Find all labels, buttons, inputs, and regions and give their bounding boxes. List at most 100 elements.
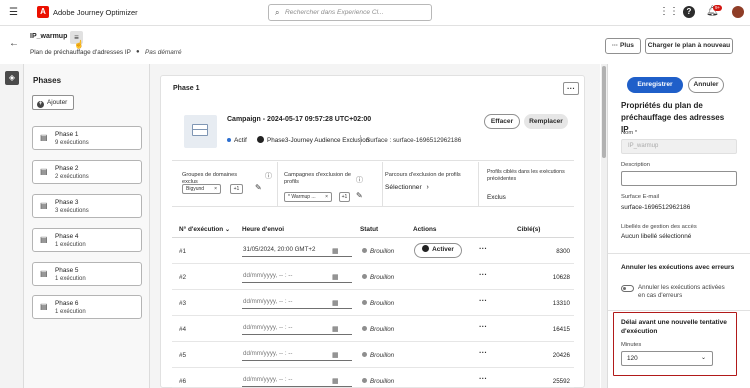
journey-select-label: Sélectionner bbox=[385, 184, 422, 191]
search-input[interactable]: ⌕ Rechercher dans Experience Cl... bbox=[268, 4, 432, 21]
row-more-icon[interactable]: ··· bbox=[479, 322, 487, 331]
activate-button[interactable]: Activer bbox=[414, 243, 462, 258]
targeted-profiles-label: Profils ciblés dans les exécutions précé… bbox=[487, 169, 565, 182]
name-field[interactable]: IP_warmup bbox=[621, 139, 737, 154]
menu-icon[interactable]: ☰ bbox=[9, 7, 18, 19]
name-field-value: IP_warmup bbox=[628, 143, 659, 149]
layers-icon[interactable]: ◈ bbox=[5, 71, 19, 85]
minutes-select[interactable]: 120 ⌄ bbox=[621, 351, 713, 366]
journey-select-button[interactable]: Sélectionner › bbox=[385, 184, 429, 191]
table-row: #4 dd/mm/yyyy, -- : -- ▦ Brouillon ··· 1… bbox=[172, 316, 574, 342]
chevron-down-icon: ⌄ bbox=[700, 355, 706, 361]
calendar-icon[interactable]: ▦ bbox=[332, 273, 339, 281]
run-status: Brouillon bbox=[362, 352, 394, 359]
close-icon[interactable]: × bbox=[325, 193, 328, 201]
table-row: #2 dd/mm/yyyy, -- : -- ▦ Brouillon ··· 1… bbox=[172, 264, 574, 290]
phases-title: Phases bbox=[33, 76, 62, 85]
calendar-icon[interactable]: ▦ bbox=[332, 377, 339, 385]
col-run-label: N° d'exécution bbox=[179, 226, 224, 233]
excluded-domain-count[interactable]: +1 bbox=[230, 184, 243, 194]
col-target: Ciblé(s) bbox=[517, 226, 541, 233]
row-more-icon[interactable]: ··· bbox=[479, 374, 487, 383]
mouse-cursor-icon: ☝ bbox=[74, 40, 84, 49]
run-status: Brouillon bbox=[362, 274, 394, 281]
replace-button[interactable]: Remplacer bbox=[524, 114, 568, 129]
excluded-campaign-tag[interactable]: * Warmup ... × bbox=[284, 192, 332, 202]
phase-card[interactable]: ▤ Phase 1 9 exécutions bbox=[32, 126, 142, 150]
close-icon[interactable]: × bbox=[214, 185, 217, 193]
run-number: #6 bbox=[179, 378, 187, 385]
status-dot bbox=[362, 274, 367, 279]
phase-card-count: 1 exécution bbox=[55, 242, 86, 248]
back-arrow-icon[interactable]: ← bbox=[9, 38, 19, 49]
run-number: #5 bbox=[179, 352, 187, 359]
excluded-domain-tag[interactable]: Bigyund × bbox=[182, 184, 221, 194]
status-dot bbox=[362, 300, 367, 305]
phase-card[interactable]: ▤ Phase 3 3 exécutions bbox=[32, 194, 142, 218]
save-button[interactable]: Enregistrer bbox=[627, 77, 683, 93]
notification-badge: 9+ bbox=[713, 5, 723, 11]
clear-button[interactable]: Effacer bbox=[484, 114, 520, 129]
document-icon: ▤ bbox=[40, 235, 48, 244]
run-number: #2 bbox=[179, 274, 187, 281]
row-more-icon[interactable]: ··· bbox=[479, 244, 487, 253]
phase-card-name: Phase 1 bbox=[55, 131, 79, 138]
surface-value: surface-1696512962186 bbox=[621, 204, 691, 211]
cancel-runs-toggle[interactable] bbox=[621, 285, 634, 292]
run-status: Brouillon bbox=[362, 378, 394, 385]
run-number: #1 bbox=[179, 248, 187, 255]
excluded-campaign-count[interactable]: +1 bbox=[339, 192, 350, 202]
add-phase-button[interactable]: + Ajouter bbox=[32, 95, 74, 110]
phase-card-count: 1 exécution bbox=[55, 276, 86, 282]
run-status-label: Brouillon bbox=[370, 274, 395, 281]
campaign-surface: Surface : surface-1696512962186 bbox=[366, 137, 462, 144]
calendar-icon[interactable]: ▦ bbox=[332, 351, 339, 359]
row-more-icon[interactable]: ··· bbox=[479, 348, 487, 357]
audience-icon bbox=[257, 136, 264, 143]
row-more-icon[interactable]: ··· bbox=[479, 296, 487, 305]
row-more-icon[interactable]: ··· bbox=[479, 270, 487, 279]
phase-more-icon[interactable]: ··· bbox=[563, 82, 579, 95]
status-dot bbox=[362, 326, 367, 331]
calendar-icon[interactable]: ▦ bbox=[332, 299, 339, 307]
edit-pencil-icon[interactable]: ✎ bbox=[255, 183, 262, 192]
col-send-time: Heure d'envoi bbox=[242, 226, 285, 233]
campaign-title: Campaign - 2024-05-17 09:57:28 UTC+02:00 bbox=[227, 116, 372, 123]
phase-card[interactable]: ▤ Phase 5 1 exécution bbox=[32, 262, 142, 286]
calendar-icon[interactable]: ▦ bbox=[332, 247, 339, 255]
status-dot: ● bbox=[136, 49, 140, 55]
phase-card-name: Phase 4 bbox=[55, 233, 79, 240]
phase-title: Phase 1 bbox=[173, 85, 200, 92]
document-icon: ▤ bbox=[40, 167, 48, 176]
cancel-button[interactable]: Annuler bbox=[688, 77, 724, 93]
left-rail bbox=[0, 64, 24, 388]
more-button[interactable]: ··· Plus bbox=[605, 38, 641, 54]
retry-delay-title: Délai avant une nouvelle tentative d'exé… bbox=[621, 319, 727, 335]
col-run[interactable]: N° d'exécution ⌄ bbox=[179, 226, 230, 233]
avatar[interactable] bbox=[732, 6, 744, 18]
run-target: 8300 bbox=[556, 248, 570, 255]
phase-card[interactable]: ▤ Phase 4 1 exécution bbox=[32, 228, 142, 252]
run-status: Brouillon bbox=[362, 300, 394, 307]
cancel-runs-toggle-label: Annuler les exécutions activées en cas d… bbox=[638, 284, 725, 299]
app-title[interactable]: Adobe Journey Optimizer bbox=[53, 8, 138, 17]
run-target: 25592 bbox=[552, 378, 570, 385]
edit-pencil-icon[interactable]: ✎ bbox=[356, 191, 363, 200]
reload-plan-button[interactable]: Charger le plan à nouveau bbox=[645, 38, 733, 54]
calendar-icon[interactable]: ▦ bbox=[332, 325, 339, 333]
col-status: Statut bbox=[360, 226, 379, 233]
run-status-label: Brouillon bbox=[370, 300, 395, 307]
description-field[interactable] bbox=[621, 171, 737, 186]
run-number: #4 bbox=[179, 326, 187, 333]
phase-card[interactable]: ▤ Phase 2 2 exécutions bbox=[32, 160, 142, 184]
document-icon: ▤ bbox=[40, 201, 48, 210]
phase-card[interactable]: ▤ Phase 6 1 exécution bbox=[32, 295, 142, 319]
scrollbar-thumb[interactable] bbox=[602, 66, 606, 158]
active-status-dot bbox=[227, 138, 231, 142]
help-icon[interactable]: ? bbox=[683, 6, 695, 18]
run-target: 10628 bbox=[552, 274, 570, 281]
info-icon[interactable]: ⓘ bbox=[356, 175, 363, 185]
apps-grid-icon[interactable]: ⋮⋮ bbox=[659, 6, 679, 18]
info-icon[interactable]: ⓘ bbox=[265, 171, 272, 181]
campaign-audience: Phase3-Journey Audience Exclusion bbox=[267, 137, 370, 144]
